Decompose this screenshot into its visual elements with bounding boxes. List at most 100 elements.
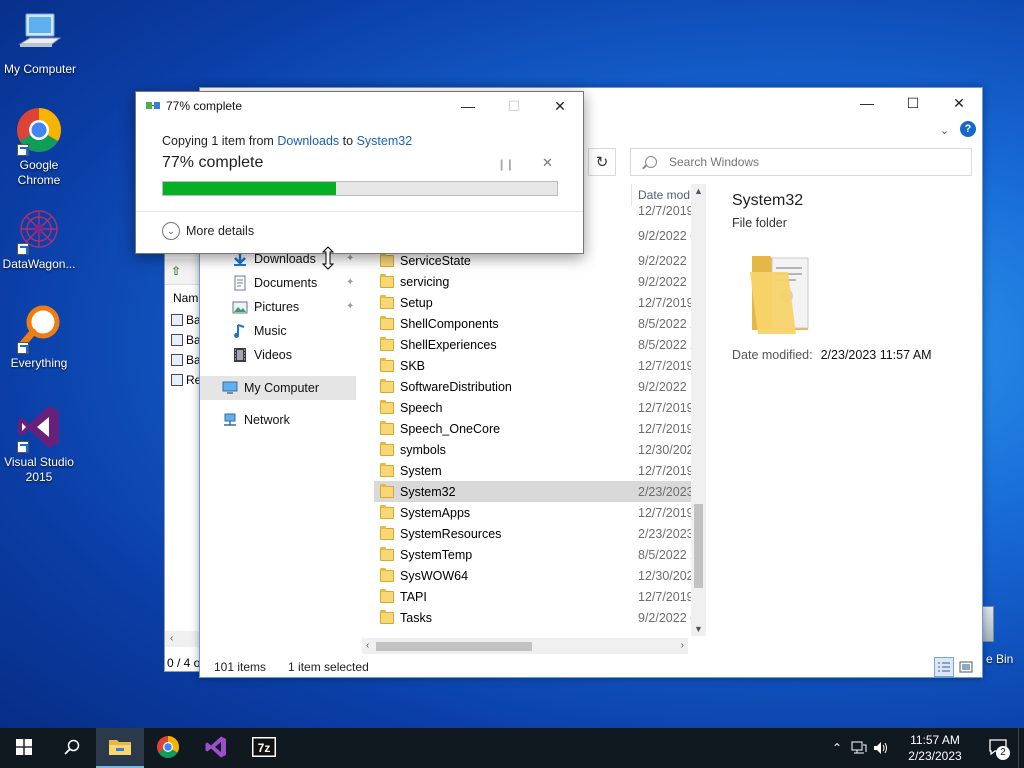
list-item[interactable]: Ba [171, 333, 201, 347]
folder-icon [380, 588, 394, 603]
desktop-icon-visual-studio[interactable]: Visual Studio 2015 [0, 403, 79, 485]
scrollbar-thumb[interactable] [694, 504, 703, 588]
chevron-up-icon[interactable]: ⌃ [826, 728, 848, 768]
table-row[interactable]: symbols 12/30/202 [374, 439, 692, 460]
nav-item-label: Downloads [254, 252, 316, 266]
nav-item-music[interactable]: Music [200, 319, 356, 343]
table-row[interactable]: Speech 12/7/2019 [374, 397, 692, 418]
folder-icon [108, 737, 132, 760]
refresh-button[interactable]: ↻ [588, 148, 616, 176]
table-row[interactable]: SKB 12/7/2019 [374, 355, 692, 376]
list-item[interactable]: Ba [171, 313, 201, 327]
desktop-icon-everything[interactable]: Everything [0, 304, 79, 371]
table-row[interactable]: Speech_OneCore 12/7/2019 [374, 418, 692, 439]
table-row[interactable]: System 12/7/2019 [374, 460, 692, 481]
show-desktop-button[interactable] [1018, 728, 1024, 768]
scroll-left-icon[interactable]: ‹ [366, 640, 369, 651]
table-row[interactable]: servicing 9/2/2022 1 [374, 271, 692, 292]
taskbar-7zip[interactable]: 7z [240, 728, 288, 768]
folder-icon [380, 399, 394, 414]
copy-progress-dialog[interactable]: 77% complete — ☐ ✕ Copying 1 item from D… [135, 91, 584, 254]
vertical-scrollbar[interactable]: ▲ ▼ [691, 184, 706, 636]
svg-text:7z: 7z [258, 741, 271, 755]
scroll-left-icon[interactable]: ‹ [170, 633, 173, 644]
search-box[interactable] [630, 148, 972, 176]
search-input[interactable] [669, 155, 949, 169]
table-row[interactable]: Tasks 9/2/2022 6 [374, 607, 692, 628]
folder-icon [380, 567, 394, 582]
scrollbar-thumb[interactable] [376, 642, 532, 651]
pin-icon[interactable]: ✦ [346, 301, 354, 312]
taskbar-visual-studio[interactable] [192, 728, 240, 768]
scroll-down-icon[interactable]: ▼ [694, 624, 703, 634]
scroll-right-icon[interactable]: › [681, 640, 684, 651]
details-title: System32 [732, 192, 804, 209]
table-row[interactable]: SoftwareDistribution 9/2/2022 1 [374, 376, 692, 397]
background-explorer-window[interactable]: ⇧ Nam Ba Ba Ba Re ‹ 0 / 4 o [164, 248, 205, 672]
action-center-button[interactable]: 2 [978, 728, 1018, 768]
maximize-icon[interactable]: ☐ [890, 88, 936, 118]
volume-icon[interactable] [870, 728, 892, 768]
desktop-icon-label: e Bin [986, 652, 1014, 666]
clock[interactable]: 11:57 AM 2/23/2023 [892, 732, 978, 764]
video-icon [232, 347, 248, 363]
chevron-down-icon[interactable]: ⌄ [940, 124, 950, 137]
nav-item-network[interactable]: Network [200, 408, 356, 432]
windows-logo-icon [16, 738, 32, 758]
table-row[interactable]: SystemTemp 8/5/2022 2 [374, 544, 692, 565]
source-link[interactable]: Downloads [277, 134, 339, 148]
table-row[interactable]: ShellComponents 8/5/2022 2 [374, 313, 692, 334]
nav-item-label: Music [254, 324, 287, 338]
pin-icon[interactable]: ✦ [346, 253, 354, 264]
details-date-modified: Date modified: 2/23/2023 11:57 AM [732, 348, 932, 362]
folder-icon [380, 483, 394, 498]
desktop-icon-recycle-bin[interactable]: e Bin [982, 606, 1024, 668]
up-arrow-icon[interactable]: ⇧ [171, 264, 187, 280]
horizontal-scrollbar[interactable]: ‹ › [362, 638, 688, 654]
taskbar-chrome[interactable] [144, 728, 192, 768]
table-row-selected[interactable]: System32 2/23/2023 [374, 481, 692, 502]
column-header-name[interactable]: Nam [173, 291, 198, 305]
nav-item-videos[interactable]: Videos [200, 343, 356, 367]
taskbar-file-explorer[interactable] [96, 728, 144, 768]
desktop-icon-label: Visual Studio 2015 [4, 455, 74, 484]
pause-icon[interactable]: ❙❙ [497, 158, 514, 171]
network-icon[interactable] [848, 728, 870, 768]
table-row[interactable]: SystemApps 12/7/2019 [374, 502, 692, 523]
desktop-icon-my-computer[interactable]: My Computer [0, 10, 80, 77]
desktop-icon-label: DataWagon... [2, 257, 76, 271]
minimize-icon[interactable]: — [445, 92, 491, 120]
help-icon[interactable]: ? [960, 121, 976, 137]
scroll-up-icon[interactable]: ▲ [694, 186, 703, 196]
folder-icon [380, 525, 394, 540]
folder-icon [380, 273, 394, 288]
ribbon-controls: ⌄ ? [940, 121, 976, 137]
cancel-icon[interactable]: ✕ [542, 155, 553, 171]
close-icon[interactable]: ✕ [537, 92, 583, 120]
pin-icon[interactable]: ✦ [346, 277, 354, 288]
desktop-icon-datawagon[interactable]: DataWagon... [0, 205, 79, 272]
start-button[interactable] [0, 728, 48, 768]
folder-large-icon [748, 250, 814, 336]
table-row[interactable]: SysWOW64 12/30/202 [374, 565, 692, 586]
table-row[interactable]: SystemResources 2/23/2023 [374, 523, 692, 544]
list-item[interactable]: Re [171, 373, 201, 387]
nav-item-my-computer[interactable]: My Computer [200, 376, 356, 400]
close-icon[interactable]: ✕ [936, 88, 982, 118]
nav-item-documents[interactable]: Documents ✦ [200, 271, 356, 295]
desktop-icon-label: Everything [10, 356, 68, 370]
table-row[interactable]: ShellExperiences 8/5/2022 2 [374, 334, 692, 355]
desktop-icon-google-chrome[interactable]: Google Chrome [0, 106, 79, 188]
list-item[interactable]: Ba [171, 353, 201, 367]
nav-item-pictures[interactable]: Pictures ✦ [200, 295, 356, 319]
large-icons-view-icon[interactable] [956, 657, 976, 677]
minimize-icon[interactable]: — [844, 88, 890, 118]
more-details-button[interactable]: ⌄ More details [162, 222, 254, 240]
divider [136, 211, 583, 212]
table-row[interactable]: TAPI 12/7/2019 [374, 586, 692, 607]
search-button[interactable] [48, 728, 96, 768]
destination-link[interactable]: System32 [357, 134, 413, 148]
details-view-icon[interactable] [934, 657, 954, 677]
clock-time: 11:57 AM [910, 733, 960, 747]
table-row[interactable]: Setup 12/7/2019 [374, 292, 692, 313]
